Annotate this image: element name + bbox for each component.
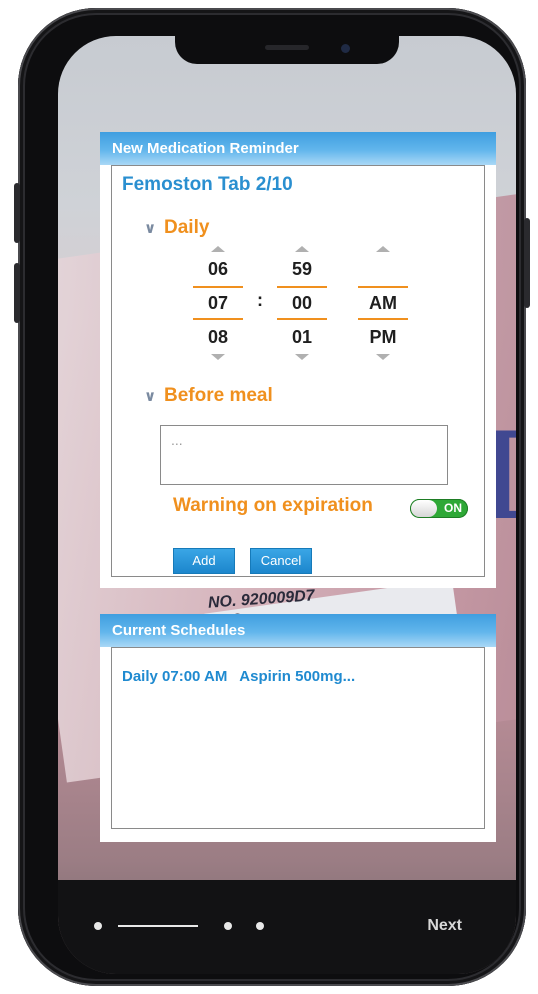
phone-side-button xyxy=(14,263,20,323)
warning-label: Warning on expiration xyxy=(173,495,373,516)
speaker-grille xyxy=(265,45,309,50)
new-reminder-body: Femoston Tab 2/10 ∨ Daily 06 07 08 : 59 0… xyxy=(111,165,485,577)
page-dot[interactable] xyxy=(224,922,232,930)
current-schedules-panel: Current Schedules Daily 07:00 AM Aspirin… xyxy=(100,614,496,842)
phone-notch xyxy=(175,36,399,64)
phone-side-button xyxy=(14,183,20,243)
schedule-item[interactable]: Daily 07:00 AM Aspirin 500mg... xyxy=(122,668,355,685)
meal-label: Before meal xyxy=(164,385,273,406)
chevron-down-icon: ∨ xyxy=(144,388,157,405)
chevron-down-icon: ∨ xyxy=(144,220,157,237)
hour-prev: 06 xyxy=(207,259,229,279)
current-page-indicator xyxy=(118,925,198,927)
hour-selected: 07 xyxy=(193,286,243,320)
toggle-state: ON xyxy=(444,501,462,515)
period-next: PM xyxy=(369,327,397,347)
warning-toggle[interactable]: ON xyxy=(410,499,468,518)
next-button[interactable]: Next xyxy=(427,917,462,935)
minute-selected: 00 xyxy=(277,286,327,320)
toggle-knob xyxy=(411,500,437,517)
period-selected: AM xyxy=(358,286,408,320)
minute-down-arrow-icon[interactable] xyxy=(295,354,309,360)
period-down-arrow-icon[interactable] xyxy=(376,354,390,360)
period-prev xyxy=(358,252,408,286)
current-schedules-body: Daily 07:00 AM Aspirin 500mg... xyxy=(111,647,485,829)
period-picker[interactable]: AM PM xyxy=(358,246,408,360)
frequency-selector[interactable]: ∨ Daily xyxy=(144,217,209,239)
minute-picker[interactable]: 59 00 01 xyxy=(277,246,327,360)
time-separator: : xyxy=(257,290,263,310)
minute-next: 01 xyxy=(291,327,313,347)
minute-prev: 59 xyxy=(291,259,313,279)
new-reminder-panel: New Medication Reminder Femoston Tab 2/1… xyxy=(100,132,496,588)
phone-side-button xyxy=(524,218,530,308)
phone-screen: NO. 920009D7 S NO. I New Medication Remi… xyxy=(58,36,516,974)
add-button[interactable]: Add xyxy=(173,548,235,574)
medication-name: Femoston Tab 2/10 xyxy=(122,174,293,195)
front-camera xyxy=(341,44,350,53)
page-dot[interactable] xyxy=(256,922,264,930)
page-dot[interactable] xyxy=(94,922,102,930)
meal-selector[interactable]: ∨ Before meal xyxy=(144,385,273,407)
new-reminder-header: New Medication Reminder xyxy=(100,132,496,165)
hour-picker[interactable]: 06 07 08 xyxy=(193,246,243,360)
phone-frame: NO. 920009D7 S NO. I New Medication Remi… xyxy=(14,8,530,986)
hour-next: 08 xyxy=(207,327,229,347)
note-input[interactable]: ... xyxy=(160,425,448,485)
current-schedules-header: Current Schedules xyxy=(100,614,496,647)
hour-down-arrow-icon[interactable] xyxy=(211,354,225,360)
cancel-button[interactable]: Cancel xyxy=(250,548,312,574)
bottom-nav: Next xyxy=(58,880,516,974)
frequency-label: Daily xyxy=(164,217,210,238)
